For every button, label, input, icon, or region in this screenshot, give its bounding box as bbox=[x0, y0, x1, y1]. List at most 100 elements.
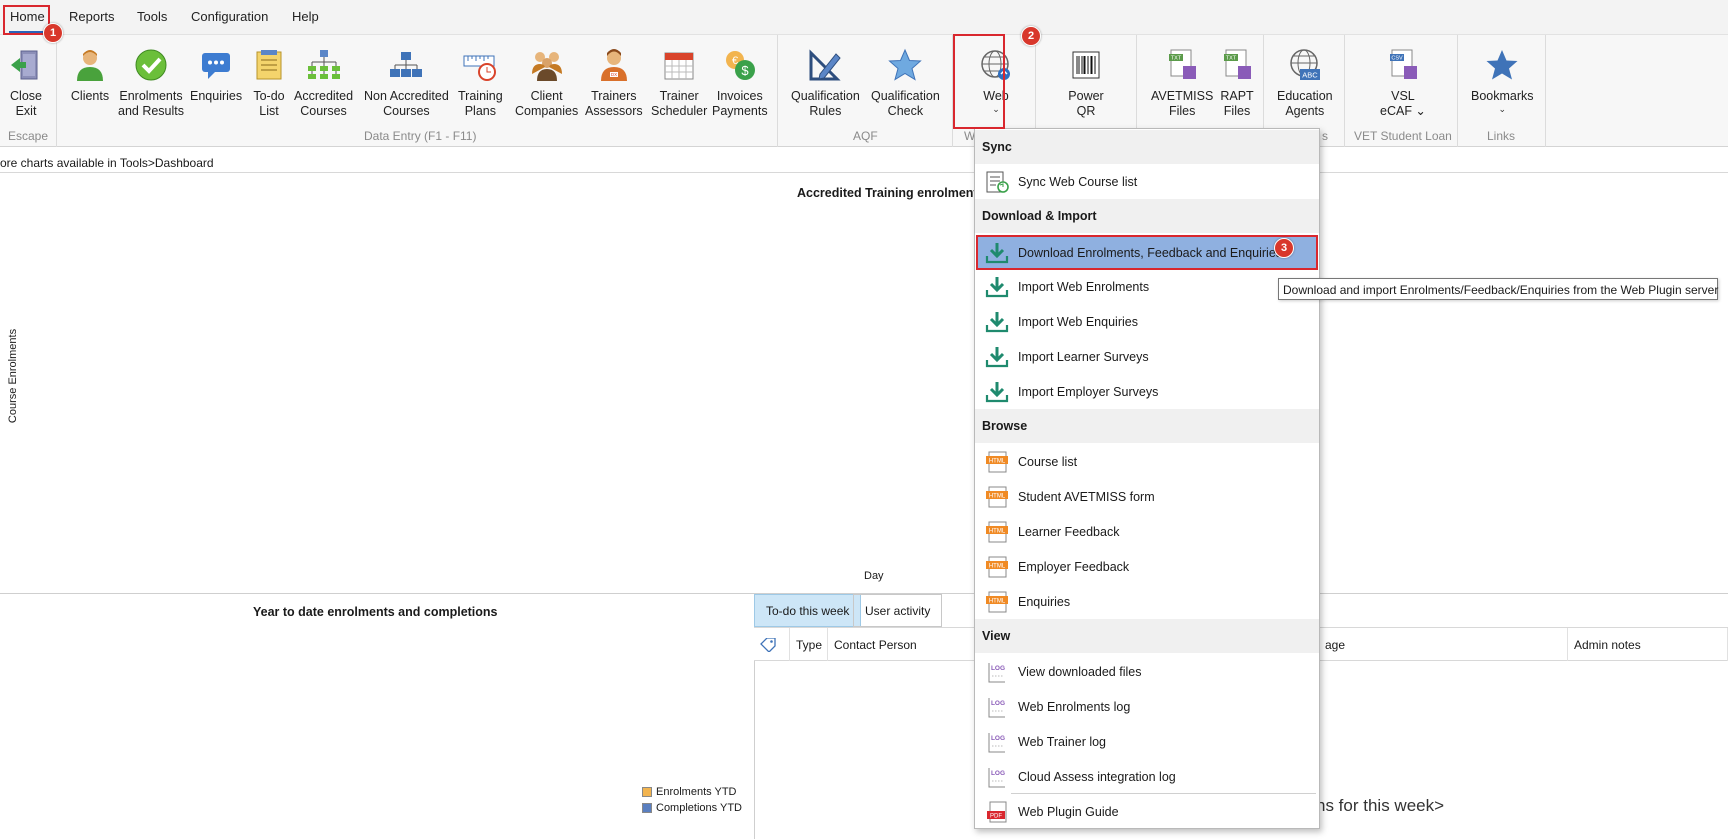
html-file-icon: HTML bbox=[986, 556, 1008, 578]
hierarchy-icon bbox=[386, 45, 426, 85]
ruler-clock-icon bbox=[460, 45, 500, 85]
close-exit-label: Close Exit bbox=[10, 89, 42, 118]
tag-icon[interactable] bbox=[754, 628, 790, 661]
menu-item-learner-feedback[interactable]: HTML Learner Feedback bbox=[978, 516, 1316, 547]
svg-text:HTML: HTML bbox=[989, 494, 1006, 500]
menu-home[interactable]: Home bbox=[10, 9, 45, 24]
log-file-icon: LOG bbox=[988, 698, 1005, 718]
app-window: Home Reports Tools Configuration Help Cl… bbox=[0, 0, 1728, 839]
html-file-icon: HTML bbox=[986, 591, 1008, 613]
menu-item-course-list[interactable]: HTML Course list bbox=[978, 446, 1316, 477]
chat-bubble-icon bbox=[196, 45, 236, 85]
legend-swatch-enrolments bbox=[642, 787, 652, 797]
menu-item-label: Employer Feedback bbox=[1018, 560, 1130, 574]
ribbon-toolbar: Close Exit Clients Enrolments and Result… bbox=[0, 34, 1728, 147]
menu-item-web-enrolments-log[interactable]: LOG Web Enrolments log bbox=[978, 691, 1316, 722]
legend-item-completions: Completions YTD bbox=[642, 800, 742, 816]
menu-reports[interactable]: Reports bbox=[69, 9, 115, 24]
non-accredited-courses-label: Non Accredited Courses bbox=[364, 89, 449, 118]
menu-item-employer-feedback[interactable]: HTML Employer Feedback bbox=[978, 551, 1316, 582]
trainers-assessors-label: Trainers Assessors bbox=[585, 89, 643, 118]
menu-help[interactable]: Help bbox=[292, 9, 319, 24]
svg-text:ABC: ABC bbox=[1302, 71, 1318, 80]
menu-item-label: Web Trainer log bbox=[1018, 735, 1107, 749]
qualification-rules-button[interactable]: Qualification Rules bbox=[791, 45, 860, 119]
trainer-scheduler-label: Trainer Scheduler bbox=[651, 89, 708, 118]
trainers-assessors-button[interactable]: DX Trainers Assessors bbox=[585, 45, 643, 119]
group-label-agents: s bbox=[1322, 129, 1328, 143]
column-admin-notes[interactable]: Admin notes bbox=[1568, 628, 1728, 661]
tab-todo-this-week[interactable]: To-do this week bbox=[754, 594, 862, 627]
menu-item-import-learner-surveys[interactable]: Import Learner Surveys bbox=[978, 341, 1316, 372]
avetmiss-files-button[interactable]: TXT AVETMISS Files bbox=[1151, 45, 1213, 119]
pdf-file-icon: PDF bbox=[987, 801, 1007, 823]
menu-item-sync-web-course-list[interactable]: Sync Web Course list bbox=[978, 166, 1316, 197]
pencil-triangle-icon bbox=[805, 45, 845, 85]
avetmiss-files-label: AVETMISS Files bbox=[1151, 89, 1214, 118]
trainer-scheduler-button[interactable]: Trainer Scheduler bbox=[651, 45, 707, 119]
vsl-ecaf-button[interactable]: CSV VSL eCAF ⌄ bbox=[1380, 45, 1426, 119]
menu-item-label: Import Web Enrolments bbox=[1018, 280, 1150, 294]
education-agents-button[interactable]: ABC Education Agents bbox=[1277, 45, 1333, 119]
group-label-vet-student-loan: VET Student Loan bbox=[1354, 129, 1452, 143]
close-exit-button[interactable]: Close Exit bbox=[6, 45, 46, 119]
training-plans-button[interactable]: Training Plans bbox=[458, 45, 503, 119]
dashboard-info-text: ore charts available in Tools>Dashboard bbox=[0, 156, 214, 170]
group-label-links: Links bbox=[1487, 129, 1516, 143]
menu-item-label: Sync Web Course list bbox=[1018, 175, 1138, 189]
legend-label-completions: Completions YTD bbox=[656, 802, 742, 814]
menu-item-web-plugin-guide[interactable]: PDF Web Plugin Guide bbox=[978, 796, 1316, 827]
menu-item-enquiries[interactable]: HTML Enquiries bbox=[978, 586, 1316, 617]
calendar-icon bbox=[659, 45, 699, 85]
qualification-rules-label: Qualification Rules bbox=[791, 89, 860, 118]
globe-icon bbox=[976, 45, 1016, 85]
bookmarks-label: Bookmarks bbox=[1471, 89, 1534, 103]
menu-configuration[interactable]: Configuration bbox=[191, 9, 268, 24]
rapt-files-button[interactable]: TXT RAPT Files bbox=[1217, 45, 1257, 119]
web-button[interactable]: Web ⌄ bbox=[976, 45, 1016, 114]
column-type[interactable]: Type bbox=[790, 628, 828, 661]
step-badge-1: 1 bbox=[43, 23, 63, 43]
vsl-ecaf-text: VSL eCAF bbox=[1380, 89, 1415, 118]
download-icon bbox=[985, 382, 1009, 403]
non-accredited-courses-button[interactable]: Non Accredited Courses bbox=[364, 45, 449, 119]
svg-text:HTML: HTML bbox=[989, 459, 1006, 465]
menu-item-view-downloaded-files[interactable]: LOG View downloaded files bbox=[978, 656, 1316, 687]
door-exit-icon bbox=[6, 45, 46, 85]
column-message[interactable]: age bbox=[1318, 628, 1568, 661]
group-separator bbox=[56, 35, 57, 147]
enquiries-button[interactable]: Enquiries bbox=[190, 45, 242, 104]
tab-user-activity[interactable]: User activity bbox=[853, 594, 943, 627]
group-label-aqf: AQF bbox=[853, 129, 878, 143]
qualification-check-button[interactable]: Qualification Check bbox=[871, 45, 940, 119]
menu-item-import-web-enrolments[interactable]: Import Web Enrolments bbox=[978, 271, 1316, 302]
ytd-chart-title: Year to date enrolments and completions bbox=[253, 605, 498, 619]
log-file-icon: LOG bbox=[988, 663, 1005, 683]
html-file-icon: HTML bbox=[986, 521, 1008, 543]
menu-item-cloud-assess-integration-log[interactable]: LOG Cloud Assess integration log bbox=[978, 761, 1316, 792]
client-companies-button[interactable]: Client Companies bbox=[515, 45, 578, 119]
section-header-sync: Sync bbox=[975, 130, 1319, 164]
checkmark-icon bbox=[131, 45, 171, 85]
power-qr-button[interactable]: Power QR bbox=[1066, 45, 1106, 119]
invoices-payments-button[interactable]: € $ Invoices Payments bbox=[712, 45, 768, 119]
training-plans-label: Training Plans bbox=[458, 89, 503, 118]
enrolments-results-button[interactable]: Enrolments and Results bbox=[118, 45, 184, 119]
menu-tools[interactable]: Tools bbox=[137, 9, 167, 24]
accredited-courses-label: Accredited Courses bbox=[294, 89, 354, 118]
accredited-chart-title: Accredited Training enrolments bbox=[797, 186, 985, 200]
todo-list-button[interactable]: To-do List bbox=[249, 45, 289, 119]
dashboard-info-bar: ore charts available in Tools>Dashboard bbox=[0, 151, 1728, 173]
section-header-browse: Browse bbox=[975, 409, 1319, 443]
menu-item-web-trainer-log[interactable]: LOG Web Trainer log bbox=[978, 726, 1316, 757]
menu-item-import-web-enquiries[interactable]: Import Web Enquiries bbox=[978, 306, 1316, 337]
accredited-courses-button[interactable]: Accredited Courses bbox=[294, 45, 353, 119]
clients-button[interactable]: Clients bbox=[70, 45, 110, 104]
menu-item-import-employer-surveys[interactable]: Import Employer Surveys bbox=[978, 376, 1316, 407]
menu-item-student-avetmiss-form[interactable]: HTML Student AVETMISS form bbox=[978, 481, 1316, 512]
svg-text:LOG: LOG bbox=[991, 735, 1005, 742]
svg-text:HTML: HTML bbox=[989, 564, 1006, 570]
bookmarks-button[interactable]: Bookmarks ⌄ bbox=[1471, 45, 1534, 114]
menu-item-download-enrolments-feedback-enquiries[interactable]: Download Enrolments, Feedback and Enquir… bbox=[976, 235, 1318, 270]
globe-abc-icon: ABC bbox=[1285, 45, 1325, 85]
